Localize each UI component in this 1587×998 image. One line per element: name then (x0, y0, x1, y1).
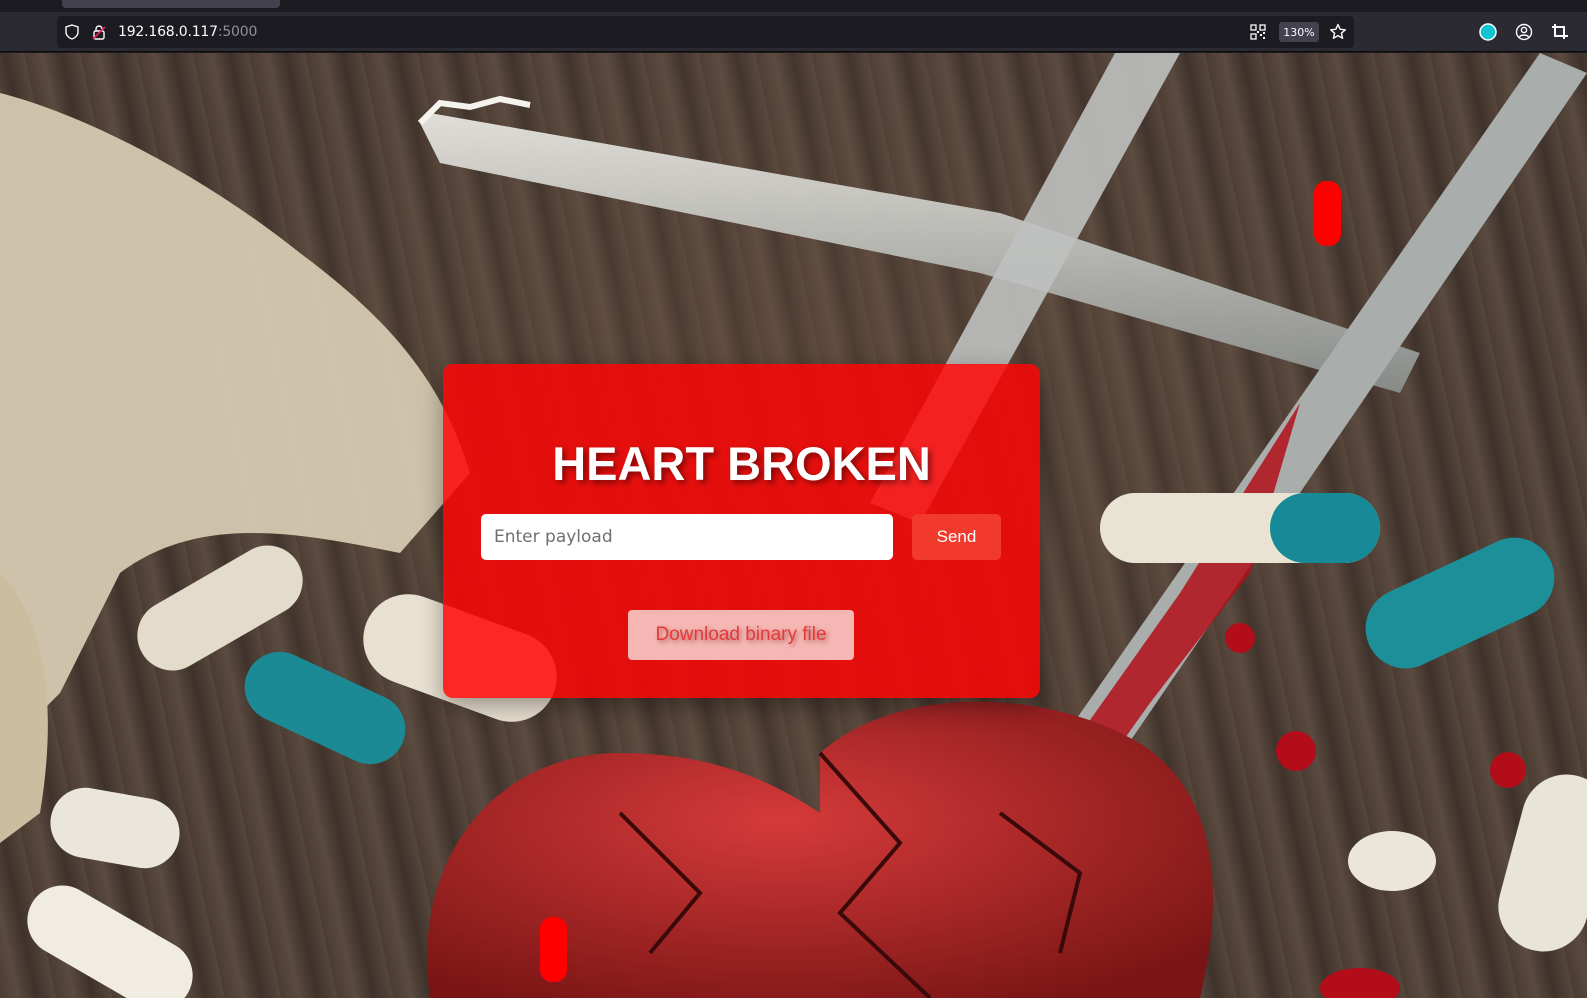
browser-toolbar: 192.168.0.117:5000 130% (0, 12, 1587, 52)
payload-input[interactable] (481, 514, 893, 560)
extension-icon[interactable] (1476, 20, 1500, 44)
shield-icon[interactable] (63, 23, 81, 41)
download-binary-button[interactable]: Download binary file (628, 610, 854, 660)
qr-code-icon[interactable] (1249, 23, 1267, 41)
url-text[interactable]: 192.168.0.117:5000 (118, 24, 257, 40)
active-tab[interactable] (62, 0, 280, 8)
lock-warning-icon[interactable] (90, 23, 108, 41)
blood-drop-mark (1314, 181, 1341, 246)
url-port: :5000 (217, 24, 258, 40)
bookmark-star-icon[interactable] (1329, 23, 1347, 41)
payload-card: HEART BROKEN Send Download binary file (443, 364, 1040, 698)
url-host: 192.168.0.117 (118, 24, 218, 40)
page-background: HEART BROKEN Send Download binary file (0, 53, 1587, 998)
send-button[interactable]: Send (912, 514, 1001, 560)
tab-strip (0, 0, 1587, 12)
page-title: HEART BROKEN (552, 437, 931, 490)
blood-drop-mark (540, 917, 567, 982)
account-icon[interactable] (1512, 20, 1536, 44)
address-bar[interactable]: 192.168.0.117:5000 130% (57, 16, 1354, 48)
zoom-level-badge[interactable]: 130% (1279, 22, 1319, 42)
screenshot-icon[interactable] (1548, 20, 1572, 44)
